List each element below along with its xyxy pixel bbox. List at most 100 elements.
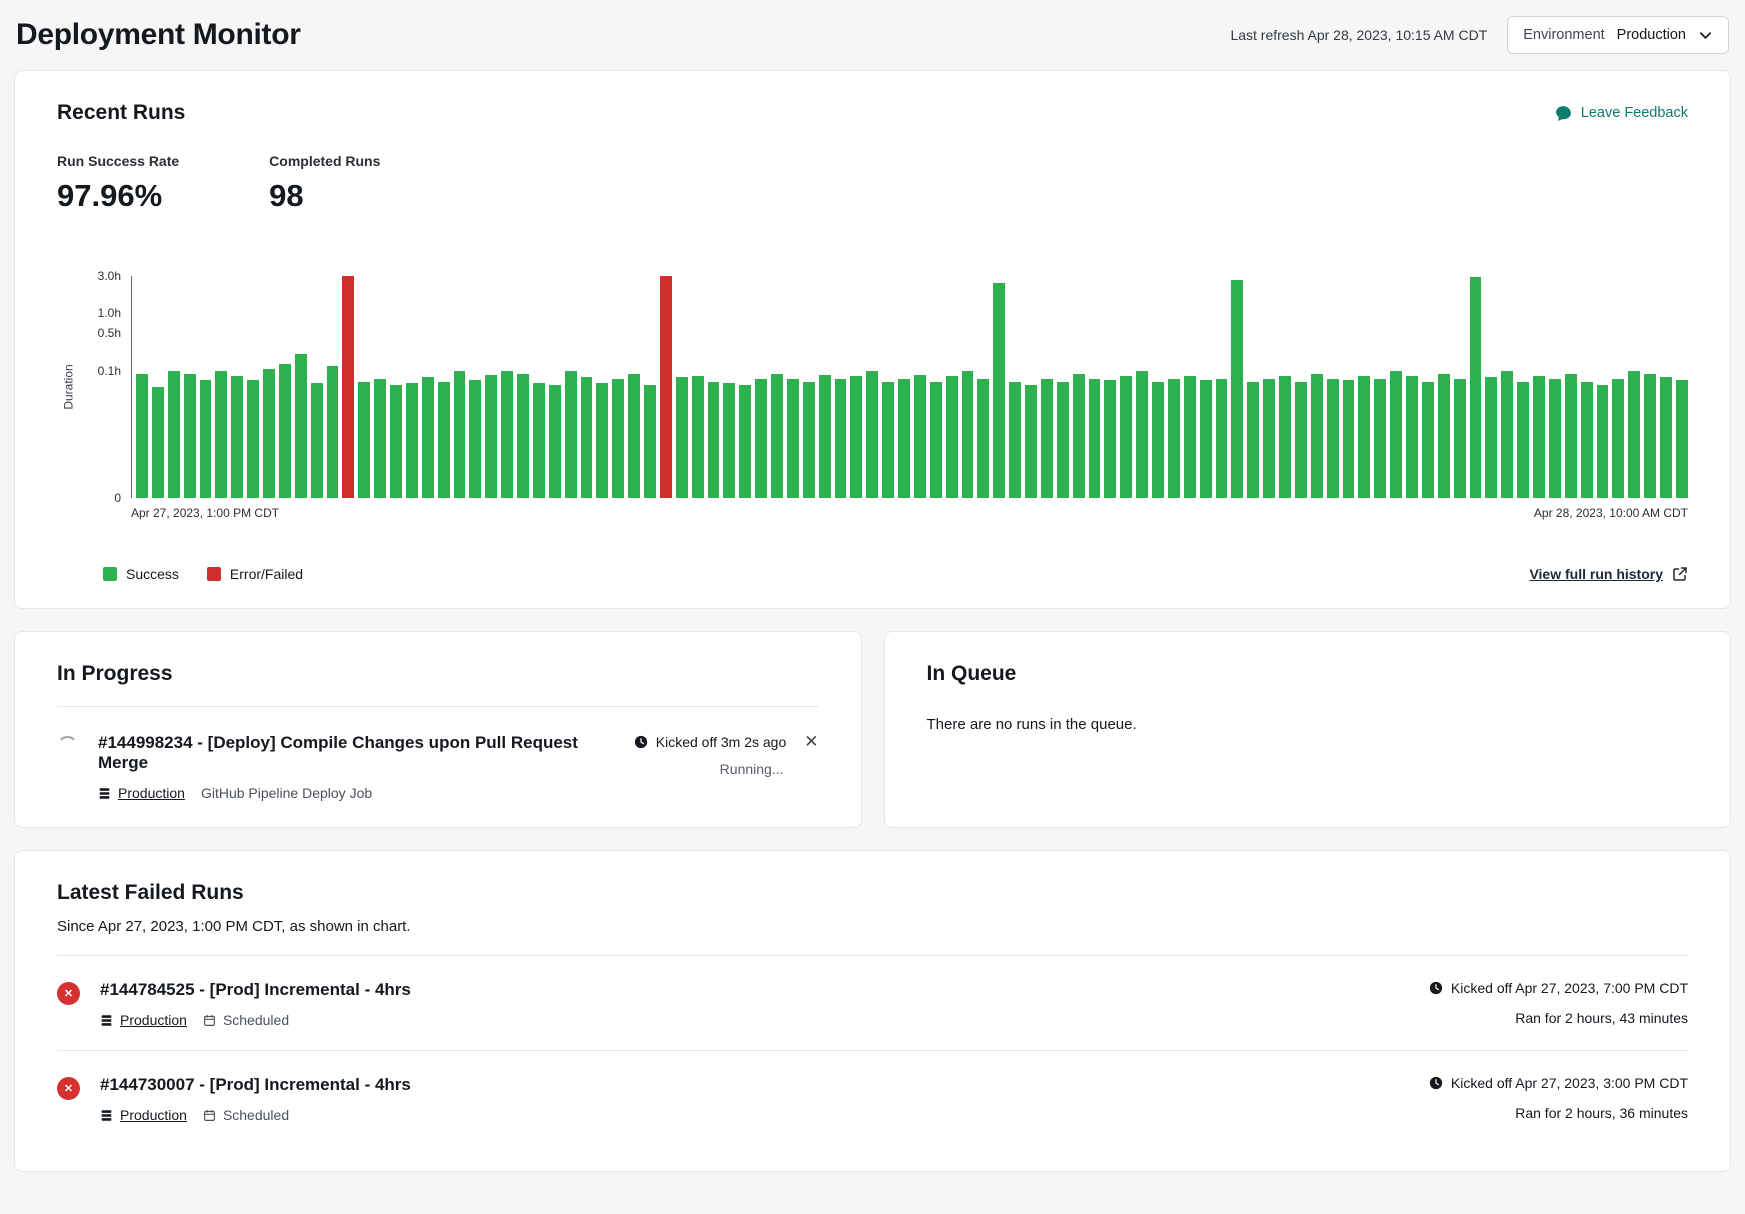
chart-bar-success[interactable] [676,377,688,498]
chart-bar-success[interactable] [533,383,545,498]
chart-bar-success[interactable] [914,375,926,498]
chart-bar-success[interactable] [565,371,577,498]
chart-bar-success[interactable] [1581,382,1593,498]
chart-bar-success[interactable] [152,387,164,498]
chart-bar-success[interactable] [1041,379,1053,498]
chart-bar-success[interactable] [1279,376,1291,498]
chart-bar-success[interactable] [1216,379,1228,498]
chart-bar-success[interactable] [1454,379,1466,498]
chart-bar-success[interactable] [1120,376,1132,498]
chart-bar-success[interactable] [1073,374,1085,498]
chart-bar-success[interactable] [581,377,593,498]
chart-bar-success[interactable] [1327,379,1339,498]
chart-bar-success[interactable] [327,366,339,498]
chart-bar-success[interactable] [1311,374,1323,498]
view-full-run-history-link[interactable]: View full run history [1529,566,1688,582]
chart-bar-success[interactable] [1438,374,1450,498]
chart-bar-success[interactable] [930,382,942,498]
chart-bar-success[interactable] [866,371,878,498]
chart-bar-success[interactable] [882,382,894,498]
chart-bar-success[interactable] [1597,385,1609,498]
chart-bar-success[interactable] [263,369,275,498]
chart-bar-success[interactable] [771,374,783,498]
chart-bar-success[interactable] [835,379,847,498]
environment-selector[interactable]: Environment Production [1507,16,1729,54]
chart-bar-success[interactable] [1390,371,1402,498]
chart-bar-success[interactable] [739,385,751,498]
chart-bar-success[interactable] [279,364,291,498]
chart-bar-success[interactable] [517,374,529,498]
environment-link[interactable]: Production [98,785,185,801]
chart-bar-success[interactable] [1501,371,1513,498]
chart-bar-success[interactable] [1263,379,1275,498]
chart-bar-success[interactable] [1533,376,1545,498]
chart-bar-success[interactable] [1660,377,1672,498]
chart-bar-success[interactable] [755,379,767,498]
chart-bar-success[interactable] [819,375,831,498]
chart-bar-success[interactable] [1676,380,1688,498]
chart-bar-success[interactable] [1200,380,1212,498]
chart-bar-success[interactable] [247,380,259,498]
chart-bar-success[interactable] [1485,377,1497,498]
chart-bar-success[interactable] [612,379,624,498]
leave-feedback-link[interactable]: Leave Feedback [1555,105,1688,122]
chart-bar-success[interactable] [168,371,180,498]
chart-bar-success[interactable] [1104,380,1116,498]
environment-link[interactable]: Production [100,1012,187,1028]
chart-bar-success[interactable] [1184,376,1196,498]
chart-bar-success[interactable] [644,385,656,498]
chart-bar-success[interactable] [850,376,862,498]
chart-bar-success[interactable] [1565,374,1577,498]
chart-bar-success[interactable] [977,379,989,498]
chart-bar-success[interactable] [358,382,370,498]
chart-bar-success[interactable] [485,375,497,498]
chart-bar-success[interactable] [295,354,307,498]
chart-bar-success[interactable] [215,371,227,498]
chart-bar-success[interactable] [1470,277,1482,498]
chart-bar-success[interactable] [1549,379,1561,498]
chart-bar-success[interactable] [422,377,434,498]
chart-bar-success[interactable] [628,374,640,498]
chart-bar-success[interactable] [898,379,910,498]
chart-bar-success[interactable] [1057,382,1069,498]
chart-bar-success[interactable] [1168,379,1180,498]
chart-bar-success[interactable] [406,383,418,498]
chart-bar-success[interactable] [184,374,196,498]
chart-bar-success[interactable] [374,379,386,498]
chart-bar-success[interactable] [1025,385,1037,498]
chart-bar-success[interactable] [1406,376,1418,498]
chart-bar-success[interactable] [946,376,958,498]
chart-bar-success[interactable] [1295,382,1307,498]
chart-bar-success[interactable] [1231,280,1243,498]
chart-bar-success[interactable] [1009,382,1021,498]
chart-bar-success[interactable] [1422,382,1434,498]
chart-bar-success[interactable] [993,283,1005,498]
chart-bar-success[interactable] [692,376,704,498]
chart-bar-success[interactable] [1644,374,1656,498]
chart-bar-success[interactable] [803,382,815,498]
chart-bar-success[interactable] [962,371,974,498]
chart-bar-success[interactable] [1152,382,1164,498]
chart-bar-success[interactable] [1089,379,1101,498]
chart-bar-success[interactable] [454,371,466,498]
chart-bar-success[interactable] [787,379,799,498]
chart-bar-success[interactable] [231,376,243,498]
chart-bar-success[interactable] [469,380,481,498]
chart-bar-success[interactable] [136,374,148,498]
chart-bar-success[interactable] [1136,371,1148,498]
chart-bar-success[interactable] [723,383,735,498]
chart-bar-success[interactable] [1612,379,1624,498]
chart-bar-failed[interactable] [342,276,354,498]
chart-bar-success[interactable] [1374,379,1386,498]
chart-bar-success[interactable] [438,382,450,498]
chart-bar-success[interactable] [1628,371,1640,498]
chart-bar-success[interactable] [311,383,323,498]
chart-bar-success[interactable] [1517,382,1529,498]
chart-bar-success[interactable] [1358,376,1370,498]
chart-bar-failed[interactable] [660,276,672,498]
chart-bar-success[interactable] [1247,382,1259,498]
environment-link[interactable]: Production [100,1107,187,1123]
chart-bar-success[interactable] [501,371,513,498]
chart-bar-success[interactable] [708,382,720,498]
close-icon[interactable]: ✕ [804,733,818,750]
